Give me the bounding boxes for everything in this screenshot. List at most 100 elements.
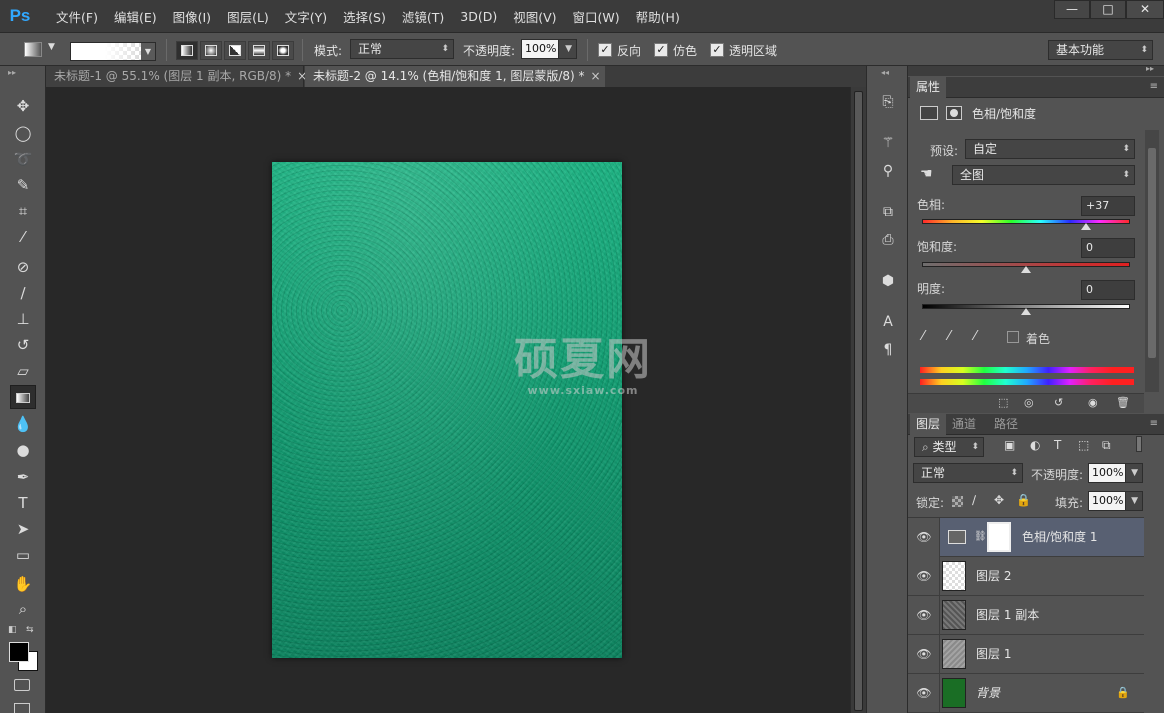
layer-row[interactable]: 👁 图层 1 <box>908 635 1144 674</box>
tool-preset-picker[interactable]: ▼ <box>12 40 62 60</box>
clone-stamp-tool-icon[interactable]: ⊥ <box>10 307 36 331</box>
smart-object-filter-icon[interactable]: ⧉ <box>1102 438 1111 453</box>
saturation-slider-thumb[interactable] <box>1021 266 1031 273</box>
eye-icon[interactable]: 👁 <box>916 686 932 700</box>
menu-help[interactable]: 帮助(H) <box>628 7 688 26</box>
layer-opacity-input[interactable]: 100% <box>1088 463 1126 483</box>
paragraph-panel-icon[interactable]: ¶ <box>876 339 900 361</box>
menu-view[interactable]: 视图(V) <box>505 7 564 26</box>
zoom-tool-icon[interactable]: ⌕ <box>10 597 36 621</box>
reverse-checkbox[interactable]: ✓ <box>598 43 612 57</box>
reset-icon[interactable]: ↺ <box>1054 396 1063 409</box>
link-icon[interactable]: ⛓ <box>974 531 987 542</box>
view-previous-icon[interactable]: ◎ <box>1024 396 1034 409</box>
character-panel-icon[interactable]: A <box>876 311 900 333</box>
lock-pixels-icon[interactable]: ∕ <box>972 493 976 507</box>
healing-brush-tool-icon[interactable]: ⊘ <box>10 255 36 279</box>
layer-row[interactable]: 👁 图层 2 <box>908 557 1144 596</box>
collapse-icon[interactable]: ◂◂ <box>881 68 889 77</box>
transparency-checkbox[interactable]: ✓ <box>710 43 724 57</box>
scroll-thumb[interactable] <box>1148 148 1156 358</box>
layer-row[interactable]: 👁 背景 🔒 <box>908 674 1144 713</box>
foreground-color-swatch[interactable] <box>9 642 29 662</box>
eye-icon[interactable]: 👁 <box>916 569 932 583</box>
move-tool-icon[interactable]: ✥ <box>10 94 36 118</box>
hue-slider[interactable] <box>922 219 1130 224</box>
eyedropper-icon[interactable]: ⁄ <box>922 329 924 344</box>
mask-icon[interactable] <box>946 106 962 120</box>
layer-row[interactable]: 👁 图层 1 副本 <box>908 596 1144 635</box>
panel-menu-icon[interactable]: ≡ <box>1150 81 1158 92</box>
menu-type[interactable]: 文字(Y) <box>277 7 335 26</box>
lightness-input[interactable]: 0 <box>1081 280 1135 300</box>
panel-menu-icon[interactable]: ≡ <box>1150 418 1158 429</box>
tab-document-1[interactable]: 未标题-1 @ 55.1% (图层 1 副本, RGB/8) * × <box>46 66 307 87</box>
opacity-dropdown[interactable]: ▼ <box>558 39 577 59</box>
shape-filter-icon[interactable]: ⬚ <box>1078 438 1089 452</box>
targeted-adjustment-hand-icon[interactable]: ☚ <box>920 166 933 182</box>
eye-icon[interactable]: 👁 <box>916 647 932 661</box>
trash-icon[interactable]: 🗑 <box>1116 396 1130 409</box>
saturation-input[interactable]: 0 <box>1081 238 1135 258</box>
adjustment-filter-icon[interactable]: ◐ <box>1030 438 1040 452</box>
layer-row[interactable]: 👁 ⛓ 色相/饱和度 1 <box>908 518 1144 557</box>
eyedropper-tool-icon[interactable]: ⁄ <box>10 225 36 249</box>
screen-mode-icon[interactable] <box>14 703 30 713</box>
pixel-filter-icon[interactable]: ▣ <box>1004 438 1015 452</box>
lightness-slider-thumb[interactable] <box>1021 308 1031 315</box>
blur-tool-icon[interactable]: 💧 <box>10 412 36 436</box>
type-filter-icon[interactable]: T <box>1054 438 1061 452</box>
crop-tool-icon[interactable]: ⌗ <box>10 199 36 223</box>
menu-select[interactable]: 选择(S) <box>335 7 394 26</box>
menu-layer[interactable]: 图层(L) <box>219 7 277 26</box>
angle-gradient-button[interactable] <box>224 41 246 60</box>
canvas-scrollbar[interactable] <box>850 87 866 713</box>
blend-mode-select[interactable]: 正常 ⬍ <box>913 463 1023 483</box>
minimize-button[interactable]: — <box>1054 0 1090 19</box>
mode-select[interactable]: 正常 ⬍ <box>350 39 454 59</box>
radial-gradient-button[interactable] <box>200 41 222 60</box>
eyedropper-minus-icon[interactable]: ⁄ <box>974 329 976 344</box>
colorize-checkbox[interactable] <box>1007 331 1019 343</box>
fill-dropdown[interactable]: ▼ <box>1125 491 1143 511</box>
layer-mask-thumbnail[interactable] <box>987 522 1011 552</box>
clone-source-icon[interactable]: ⧉ <box>876 201 900 223</box>
filter-toggle[interactable] <box>1136 436 1142 452</box>
default-colors-icon[interactable]: ◧ <box>8 625 17 635</box>
visibility-icon[interactable]: ◉ <box>1088 396 1098 409</box>
document-canvas[interactable] <box>272 162 622 658</box>
tab-channels[interactable]: 通道 <box>946 414 982 435</box>
maximize-button[interactable]: □ <box>1090 0 1126 19</box>
menu-edit[interactable]: 编辑(E) <box>106 7 165 26</box>
opacity-input[interactable]: 100% <box>521 39 559 59</box>
3d-panel-icon[interactable]: ⬢ <box>876 270 900 292</box>
marquee-tool-icon[interactable]: ◯ <box>10 121 36 145</box>
brush-presets-icon[interactable]: ⚲ <box>876 160 900 182</box>
lock-transparent-icon[interactable] <box>952 496 963 507</box>
eyedropper-plus-icon[interactable]: ⁄ <box>948 329 950 344</box>
hue-slider-thumb[interactable] <box>1081 223 1092 230</box>
gradient-picker[interactable]: ▼ <box>70 42 156 61</box>
history-panel-icon[interactable]: ⎘ <box>876 91 900 113</box>
hand-tool-icon[interactable]: ✋ <box>10 572 36 596</box>
clip-to-layer-icon[interactable]: ⬚ <box>998 396 1008 409</box>
lock-position-icon[interactable]: ✥ <box>994 493 1004 507</box>
tab-properties[interactable]: 属性 <box>910 77 947 98</box>
menu-3d[interactable]: 3D(D) <box>452 9 505 24</box>
tab-document-2[interactable]: 未标题-2 @ 14.1% (色相/饱和度 1, 图层蒙版/8) * × <box>305 66 605 87</box>
gradient-tool-icon[interactable] <box>10 385 36 409</box>
layer-filter-select[interactable]: ⌕ 类型 ⬍ <box>914 437 984 457</box>
tab-paths[interactable]: 路径 <box>988 414 1024 435</box>
close-button[interactable]: ✕ <box>1126 0 1164 19</box>
scroll-thumb[interactable] <box>854 91 863 711</box>
hue-input[interactable]: +37 <box>1081 196 1135 216</box>
menu-image[interactable]: 图像(I) <box>165 7 219 26</box>
history-brush-tool-icon[interactable]: ↺ <box>10 333 36 357</box>
lock-all-icon[interactable]: 🔒 <box>1016 493 1031 507</box>
eye-icon[interactable]: 👁 <box>916 530 932 544</box>
fill-input[interactable]: 100% <box>1088 491 1126 511</box>
brush-panel-icon[interactable]: ⚚ <box>876 132 900 154</box>
quick-select-tool-icon[interactable]: ✎ <box>10 173 36 197</box>
path-selection-tool-icon[interactable]: ➤ <box>10 517 36 541</box>
chevron-down-icon[interactable]: ▼ <box>141 43 155 60</box>
